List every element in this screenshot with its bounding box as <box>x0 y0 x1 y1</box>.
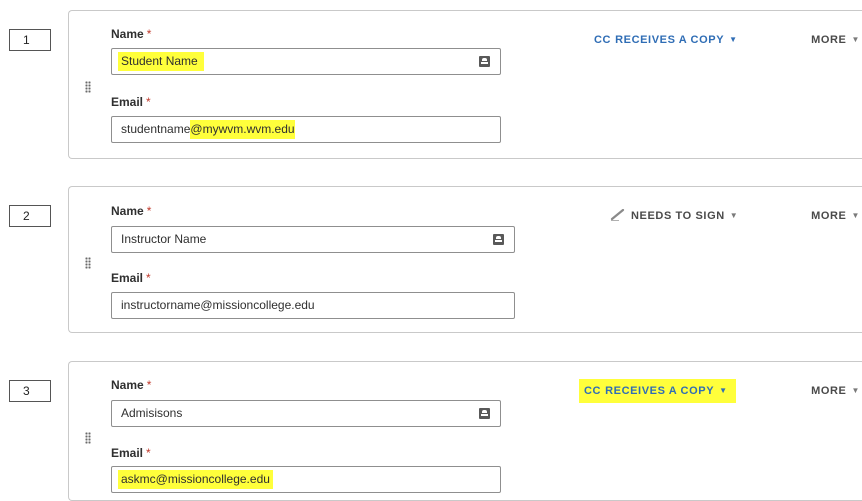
email-input[interactable]: studentname@mywvm.wvm.edu <box>111 116 501 143</box>
drag-handle-icon[interactable] <box>85 432 91 444</box>
email-value-highlight: askmc@missioncollege.edu <box>118 470 273 489</box>
email-input[interactable]: instructorname@missioncollege.edu <box>111 292 515 319</box>
role-highlight: CC RECEIVES A COPY ▼ <box>579 379 736 403</box>
more-label: MORE <box>811 385 847 397</box>
role-dropdown[interactable]: CC RECEIVES A COPY ▼ <box>579 379 736 403</box>
caret-down-icon: ▼ <box>851 35 860 44</box>
cc-icon: CC <box>594 34 612 46</box>
more-label: MORE <box>811 34 847 46</box>
contact-card-icon[interactable] <box>493 234 504 245</box>
name-value: Student Name <box>118 52 204 71</box>
role-dropdown[interactable]: NEEDS TO SIGN ▼ <box>610 208 739 225</box>
email-label: Email * <box>111 271 151 285</box>
more-dropdown[interactable]: MORE ▼ <box>811 209 860 223</box>
email-value-prefix: studentname <box>121 122 191 136</box>
caret-down-icon: ▼ <box>851 211 860 220</box>
recipient-order-input-1[interactable]: 1 <box>9 29 51 51</box>
name-value: Admisisons <box>121 406 183 420</box>
name-input[interactable]: Student Name <box>111 48 501 75</box>
email-label: Email * <box>111 95 151 109</box>
more-dropdown[interactable]: MORE ▼ <box>811 384 860 398</box>
caret-down-icon: ▼ <box>719 386 728 395</box>
pen-icon <box>610 208 625 225</box>
name-label: Name * <box>111 204 152 218</box>
drag-handle-icon[interactable] <box>85 81 91 93</box>
caret-down-icon: ▼ <box>851 386 860 395</box>
role-dropdown[interactable]: CC RECEIVES A COPY ▼ <box>594 33 738 47</box>
drag-handle-icon[interactable] <box>85 257 91 269</box>
email-value: instructorname@missioncollege.edu <box>121 298 315 312</box>
role-label: RECEIVES A COPY <box>615 34 725 46</box>
caret-down-icon: ▼ <box>729 35 738 44</box>
more-label: MORE <box>811 210 847 222</box>
contact-card-icon[interactable] <box>479 56 490 67</box>
name-label: Name * <box>111 27 152 41</box>
name-value: Instructor Name <box>121 232 207 246</box>
recipient-order-input-3[interactable]: 3 <box>9 380 51 402</box>
recipient-order-input-2[interactable]: 2 <box>9 205 51 227</box>
recipient-card-1: Name * Student Name Email * studentname@my… <box>68 10 862 159</box>
caret-down-icon: ▼ <box>729 211 739 220</box>
name-input[interactable]: Instructor Name <box>111 226 515 253</box>
more-dropdown[interactable]: MORE ▼ <box>811 33 860 47</box>
contact-card-icon[interactable] <box>479 408 490 419</box>
email-label: Email * <box>111 446 151 460</box>
role-label: NEEDS TO SIGN <box>631 210 725 222</box>
recipient-card-3: Name * Admisisons Email * askmc@missioncol… <box>68 361 862 501</box>
name-input[interactable]: Admisisons <box>111 400 501 427</box>
role-label: RECEIVES A COPY <box>605 385 715 397</box>
cc-icon: CC <box>584 385 602 397</box>
name-label: Name * <box>111 378 152 392</box>
email-value-highlight: @mywvm.wvm.edu <box>190 120 295 139</box>
recipient-card-2: Name * Instructor Name Email * instructorn… <box>68 186 862 333</box>
